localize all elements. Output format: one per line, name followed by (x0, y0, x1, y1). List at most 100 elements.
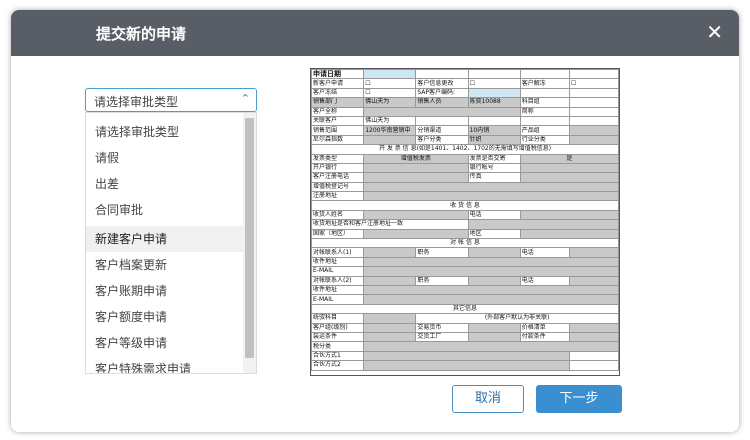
table-cell (363, 228, 469, 240)
table-cell (415, 68, 469, 80)
table-row: 销售部门 佛山天为 销售人员 陈奕10088 科目组 (310, 97, 620, 108)
table-cell (363, 341, 619, 352)
table-cell (363, 191, 619, 202)
dropdown-option[interactable]: 请选择审批类型 (86, 119, 244, 145)
dropdown-option[interactable]: 客户特殊需求申请 (86, 356, 244, 373)
table-cell (467, 68, 521, 80)
table-row: 开 发 票 信 息(如是1401、1402、1702的无需填写增值税信息) (311, 144, 619, 155)
table-cell: 发票是否交寄 (467, 153, 521, 164)
table-cell (467, 322, 521, 333)
customer-form-table: 申请日期 新客户申请 ☐ 客户信息更改 ☐ 客户解冻 ☐ 客户冻结 ☐ SAP客… (310, 68, 620, 371)
table-cell: 交货工厂 (415, 331, 469, 343)
dropdown-option[interactable]: 出差 (86, 171, 244, 197)
table-cell: 统驭科目 (310, 313, 365, 324)
table-cell (568, 350, 620, 362)
table-cell: 付款条件 (519, 331, 570, 343)
table-cell: 收件地址 (310, 256, 365, 268)
dropdown-option[interactable]: 请假 (86, 145, 244, 171)
approval-type-dropdown[interactable]: 请选择审批类型 请假 出差 合同审批 新建客户申请 客户档案更新 客户账期申请 … (85, 112, 257, 374)
section-header-reconciliation: 对 帐 信 息 (311, 238, 619, 249)
table-cell: 针织 (467, 134, 521, 146)
table-cell: 收货地址是否和客户注册地址一致 (311, 219, 469, 230)
table-cell (467, 219, 620, 230)
table-cell (363, 275, 417, 287)
table-cell (363, 106, 521, 117)
dropdown-option[interactable]: 客户额度申请 (86, 304, 244, 330)
dropdown-option[interactable]: 客户档案更新 (86, 252, 244, 278)
table-cell: 佛山天为 (363, 115, 417, 127)
table-cell: 客户信息更改 (415, 78, 469, 89)
table-row: 收货人姓名 电话 (310, 209, 620, 221)
section-header-delivery: 收 货 信 息 (311, 200, 619, 211)
table-cell: 国家（地区） (310, 228, 365, 240)
approval-type-select[interactable]: 请选择审批类型 ⌃ (85, 88, 257, 112)
approval-type-selected: 请选择审批类型 (94, 95, 179, 109)
table-cell (415, 115, 469, 127)
dialog-title: 提交新的申请 (96, 25, 187, 43)
table-row: 收件地址 (310, 256, 619, 268)
table-cell: 传真 (467, 172, 521, 183)
table-cell: 职务 (415, 275, 469, 287)
table-cell: 职务 (415, 247, 469, 258)
table-cell: 客户全称 (310, 106, 365, 117)
table-cell: SAP客户编码: (415, 87, 469, 99)
dropdown-option[interactable]: 客户等级申请 (86, 330, 244, 356)
table-cell: 客户解冻 (519, 78, 570, 89)
table-cell: 是 (519, 153, 620, 164)
table-cell (568, 331, 620, 343)
table-cell (363, 313, 417, 324)
table-cell: 收件地址 (310, 284, 365, 296)
table-row: E-MAIL (310, 294, 619, 305)
table-cell: (外部客户默认为非关联) (415, 313, 619, 324)
table-cell: 产品组 (519, 125, 570, 136)
table-row: 其它信息 (311, 303, 619, 315)
table-row: E-MAIL (310, 266, 619, 277)
table-cell: E-MAIL (310, 266, 365, 277)
table-row: 销售范围 1200华南营销中 分销渠道 10内销 产品组 (310, 125, 620, 136)
dropdown-option[interactable]: 合同审批 (86, 197, 244, 223)
table-cell (519, 228, 620, 240)
table-cell: 银行帐号 (467, 162, 521, 174)
table-cell (363, 294, 619, 305)
table-row: 对 帐 信 息 (311, 238, 619, 249)
table-cell (363, 256, 619, 268)
checkbox-cell: ☐ (467, 78, 521, 89)
table-cell (363, 350, 570, 362)
chevron-up-icon: ⌃ (240, 92, 250, 105)
table-row: 发票类型 增值税发票 发票是否交寄 是 (310, 153, 620, 164)
dropdown-option-highlighted[interactable]: 新建客户申请 (86, 226, 244, 252)
checkbox-cell: ☐ (568, 78, 620, 89)
table-row: 国家（地区） 地区 (310, 228, 620, 240)
table-cell (467, 115, 521, 127)
table-cell: 注册地址 (310, 191, 365, 202)
table-cell: 电话 (519, 247, 570, 258)
table-row: 收货地址是否和客户注册地址一致 (311, 219, 620, 230)
next-step-button[interactable]: 下一步 (536, 385, 622, 413)
cancel-button[interactable]: 取消 (452, 385, 524, 413)
table-row: 收件地址 (310, 284, 619, 296)
close-icon[interactable]: ✕ (706, 22, 723, 42)
table-cell (568, 125, 620, 136)
dropdown-option[interactable]: 客户账期申请 (86, 278, 244, 304)
table-cell: 合伙方式2 (310, 360, 365, 371)
table-row: 客户注册电话 传真 (310, 172, 620, 183)
table-cell (568, 87, 620, 99)
table-cell (363, 266, 619, 277)
table-cell: 1200华南营销中 (363, 125, 417, 136)
table-cell: 客户冻结 (310, 87, 365, 99)
table-cell (467, 275, 521, 287)
table-cell (363, 247, 417, 258)
table-cell (519, 172, 620, 183)
table-cell (568, 106, 620, 117)
table-cell (363, 322, 417, 333)
table-row: 开户银行 银行帐号 (310, 162, 620, 174)
table-row: 对帐联系人(2) 职务 电话 (310, 275, 620, 287)
table-row: 装运条件 交货工厂 付款条件 (310, 331, 620, 343)
section-header-invoice: 开 发 票 信 息(如是1401、1402、1702的无需填写增值税信息) (311, 144, 619, 155)
dropdown-scrollbar[interactable] (243, 113, 256, 373)
scrollbar-thumb[interactable] (245, 118, 254, 358)
table-row: 收 货 信 息 (311, 200, 619, 211)
checkbox-cell: ☐ (363, 87, 417, 99)
table-row: 客户组(级别) 交易货币 价格清单 (310, 322, 620, 333)
table-cell (519, 115, 570, 127)
